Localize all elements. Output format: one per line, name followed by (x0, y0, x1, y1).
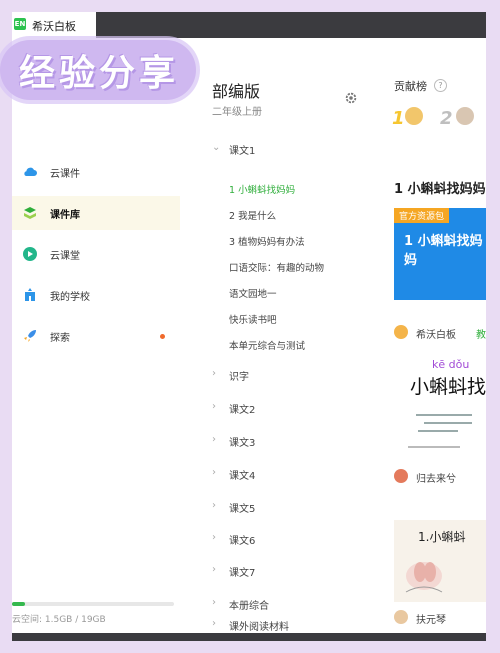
chevron-right-icon: › (212, 500, 216, 511)
chapter-label: 课外阅读材料 (229, 622, 289, 633)
avatar[interactable] (405, 107, 423, 125)
gear-icon[interactable] (344, 91, 358, 105)
text-line (418, 430, 458, 432)
official-badge: 官方资源包 (394, 208, 450, 223)
card-pinyin: kē dǒu (432, 358, 470, 371)
help-icon[interactable]: ? (434, 79, 447, 92)
chapter-label: 课文4 (229, 471, 256, 482)
sidebar-item-label: 探索 (50, 333, 70, 344)
notification-dot (160, 334, 165, 339)
share-sticker: 经验分享 (0, 40, 196, 100)
courseware-library-icon (24, 207, 36, 219)
avatar (394, 325, 408, 339)
text-line (424, 422, 472, 424)
sidebar-item-label: 云课件 (50, 169, 80, 180)
resource-tag: 教 (476, 330, 486, 341)
chapter-item[interactable]: › 本册综合 (212, 594, 382, 614)
sidebar-item-explore[interactable]: 探索 (12, 319, 180, 353)
chevron-right-icon: › (212, 564, 216, 575)
chapter-item[interactable]: › 课文7 (212, 561, 382, 581)
sidebar-item-label: 我的学校 (50, 292, 90, 303)
lesson-item[interactable]: 快乐读书吧 (229, 312, 389, 330)
author-name: 希沃白板 (416, 330, 456, 341)
chevron-right-icon: › (212, 618, 216, 629)
chapter-item[interactable]: › 课文6 (212, 529, 382, 549)
chapter-label: 本册综合 (229, 601, 269, 612)
storage-bar-fill (12, 602, 25, 606)
chevron-down-icon: ⌄ (212, 142, 221, 153)
sidebar-item-courseware-library[interactable]: 课件库 (12, 196, 180, 230)
resource-card[interactable]: 1.小蝌蚪 (394, 520, 486, 602)
avatar (394, 469, 408, 483)
storage-bar (12, 602, 174, 606)
chapter-item[interactable]: › 课文3 (212, 431, 382, 451)
bottom-bar (12, 633, 486, 641)
chevron-right-icon: › (212, 401, 216, 412)
school-icon (25, 288, 35, 301)
rank-number: 1 (392, 108, 405, 129)
contribution-title: 贡献榜 (394, 80, 427, 93)
lesson-item[interactable]: 本单元综合与测试 (229, 338, 389, 356)
app-title: 希沃白板 (32, 20, 76, 33)
card-title: 1.小蝌蚪 (418, 530, 466, 544)
chapter-label: 识字 (229, 372, 249, 383)
chapter-label: 课文1 (229, 146, 256, 157)
text-line (408, 446, 460, 448)
textbook-grade: 二年级上册 (212, 107, 262, 118)
chevron-right-icon: › (212, 532, 216, 543)
author-name: 扶元琴 (416, 615, 446, 626)
chapter-item[interactable]: › 课文2 (212, 398, 382, 418)
chevron-right-icon: › (212, 434, 216, 445)
chapter-item[interactable]: › 课外阅读材料 (212, 615, 382, 635)
author-name: 归去来兮 (416, 474, 456, 485)
chapter-label: 课文2 (229, 405, 256, 416)
app-tab[interactable]: EN 希沃白板 (12, 12, 96, 38)
rank-number: 2 (440, 108, 453, 129)
chapter-item[interactable]: › 课文4 (212, 464, 382, 484)
resource-heading: 1 小蝌蚪找妈妈 (394, 182, 486, 197)
chevron-right-icon: › (212, 467, 216, 478)
resource-card[interactable]: 官方资源包 1 小蝌蚪找妈妈 (394, 208, 486, 300)
chapter-item[interactable]: › 课文5 (212, 497, 382, 517)
lesson-item[interactable]: 语文园地一 (229, 286, 389, 304)
chapter-label: 课文5 (229, 504, 256, 515)
chapter-label: 课文6 (229, 536, 256, 547)
card-title: 小蝌蚪找 (410, 376, 486, 398)
lesson-item[interactable]: 2 我是什么 (229, 208, 389, 226)
textbook-title[interactable]: 部编版 (212, 78, 260, 102)
sidebar-item-my-school[interactable]: 我的学校 (12, 278, 180, 312)
sidebar-item-cloud-classroom[interactable]: 云课堂 (12, 237, 180, 271)
chapter-label: 课文3 (229, 438, 256, 449)
lotus-illustration (405, 562, 443, 593)
rocket-icon (24, 330, 36, 342)
cloud-icon (24, 167, 37, 176)
card-title: 1 小蝌蚪找妈妈 (404, 234, 483, 268)
sticker-text: 经验分享 (18, 53, 179, 94)
sidebar-item-label: 云课堂 (50, 251, 80, 262)
avatar (394, 610, 408, 624)
cloud-classroom-icon (23, 247, 37, 261)
chevron-right-icon: › (212, 597, 216, 608)
lesson-item[interactable]: 口语交际：有趣的动物 (229, 260, 389, 278)
sidebar-item-label: 课件库 (50, 210, 80, 221)
chevron-right-icon: › (212, 368, 216, 379)
chapter-item[interactable]: ⌄ 课文1 (212, 139, 382, 159)
chapter-item[interactable]: › 识字 (212, 365, 382, 385)
resource-card[interactable]: kē dǒu 小蝌蚪找 (394, 358, 486, 456)
app-window: EN 希沃白板 云课件 课件库 云课堂 我的学校 探索 云空间: 1.5GB /… (12, 12, 486, 641)
chapter-label: 课文7 (229, 568, 256, 579)
text-line (416, 414, 472, 416)
storage-label: 云空间: 1.5GB / 19GB (12, 615, 106, 625)
sidebar-item-cloud-courseware[interactable]: 云课件 (12, 155, 180, 189)
lesson-item[interactable]: 3 植物妈妈有办法 (229, 234, 389, 252)
app-logo: EN (14, 18, 26, 30)
avatar[interactable] (456, 107, 474, 125)
lesson-item[interactable]: 1 小蝌蚪找妈妈 (229, 182, 389, 200)
